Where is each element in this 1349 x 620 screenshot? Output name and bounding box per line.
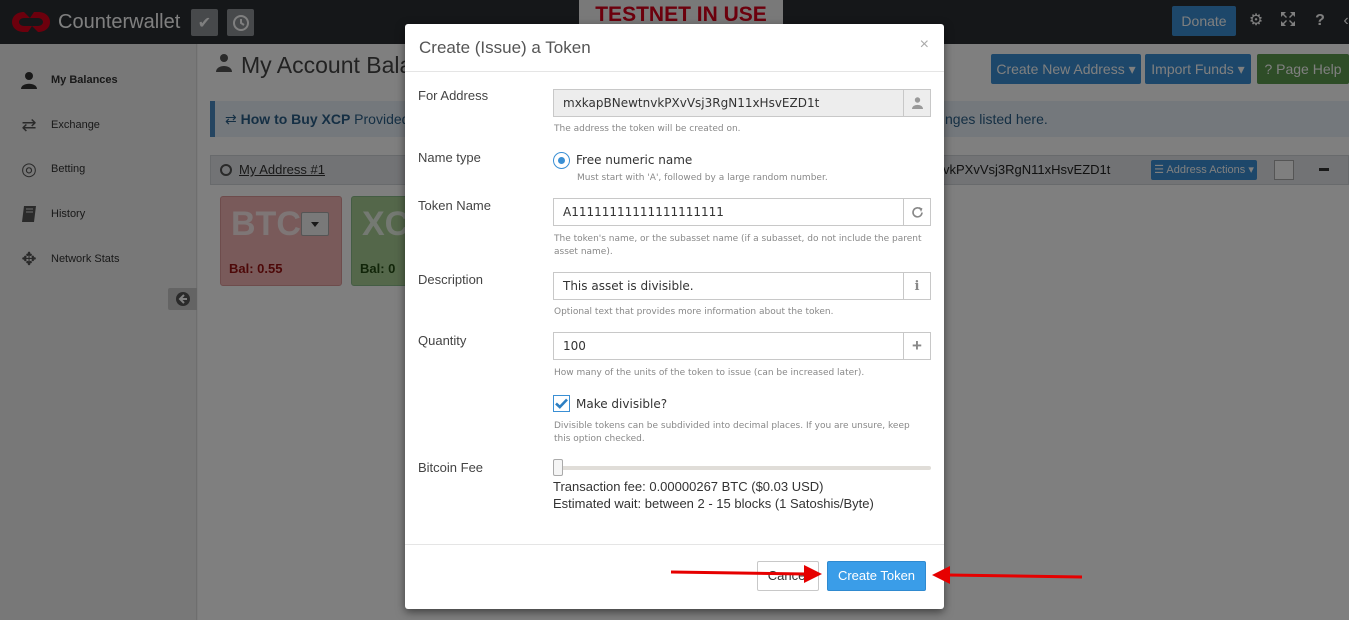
create-token-button[interactable]: Create Token	[827, 561, 926, 591]
create-token-modal: Create (Issue) a Token × For Address mxk…	[405, 24, 944, 609]
for-address-value: mxkapBNewtnvkPXvVsj3RgN11xHsvEZD1t	[563, 96, 820, 110]
fee-slider-track[interactable]	[553, 466, 931, 470]
quantity-input[interactable]: 100 +	[553, 332, 931, 360]
transaction-fee-text: Transaction fee: 0.00000267 BTC ($0.03 U…	[553, 479, 824, 494]
make-divisible-label[interactable]: Make divisible?	[576, 397, 667, 411]
description-help: Optional text that provides more informa…	[554, 307, 834, 317]
fee-slider-handle[interactable]	[553, 459, 563, 476]
close-icon[interactable]: ×	[920, 36, 929, 54]
plus-icon: +	[903, 333, 930, 359]
free-numeric-name-label[interactable]: Free numeric name	[576, 153, 692, 167]
quantity-help: How many of the units of the token to is…	[554, 368, 865, 378]
name-type-label: Name type	[418, 150, 481, 165]
refresh-icon[interactable]	[903, 199, 930, 225]
modal-header: Create (Issue) a Token ×	[405, 24, 944, 72]
description-label: Description	[418, 272, 484, 287]
checkmark-icon	[555, 398, 568, 409]
bitcoin-fee-label: Bitcoin Fee	[418, 460, 484, 475]
token-name-help: The token's name, or the subasset name (…	[554, 234, 922, 257]
for-address-label: For Address	[418, 88, 489, 103]
token-name-input[interactable]: A11111111111111111111	[553, 198, 931, 226]
radio-selected-dot	[558, 157, 565, 164]
for-address-field: mxkapBNewtnvkPXvVsj3RgN11xHsvEZD1t	[553, 89, 931, 117]
estimated-wait-text: Estimated wait: between 2 - 15 blocks (1…	[553, 496, 874, 511]
quantity-label: Quantity	[418, 333, 467, 348]
modal-title: Create (Issue) a Token	[419, 38, 591, 57]
description-input[interactable]: This asset is divisible. i	[553, 272, 931, 300]
cancel-button[interactable]: Cancel	[757, 561, 819, 591]
quantity-value: 100	[563, 339, 586, 353]
token-name-label: Token Name	[418, 198, 491, 213]
for-address-help: The address the token will be created on…	[554, 124, 741, 134]
token-name-value: A11111111111111111111	[563, 205, 724, 219]
user-icon	[903, 90, 930, 116]
make-divisible-help: Divisible tokens can be subdivided into …	[554, 421, 910, 444]
make-divisible-checkbox[interactable]	[553, 395, 570, 412]
name-type-help: Must start with 'A', followed by a large…	[577, 173, 828, 183]
free-numeric-name-radio[interactable]	[553, 152, 570, 169]
info-icon: i	[903, 273, 930, 299]
description-value: This asset is divisible.	[563, 279, 694, 293]
